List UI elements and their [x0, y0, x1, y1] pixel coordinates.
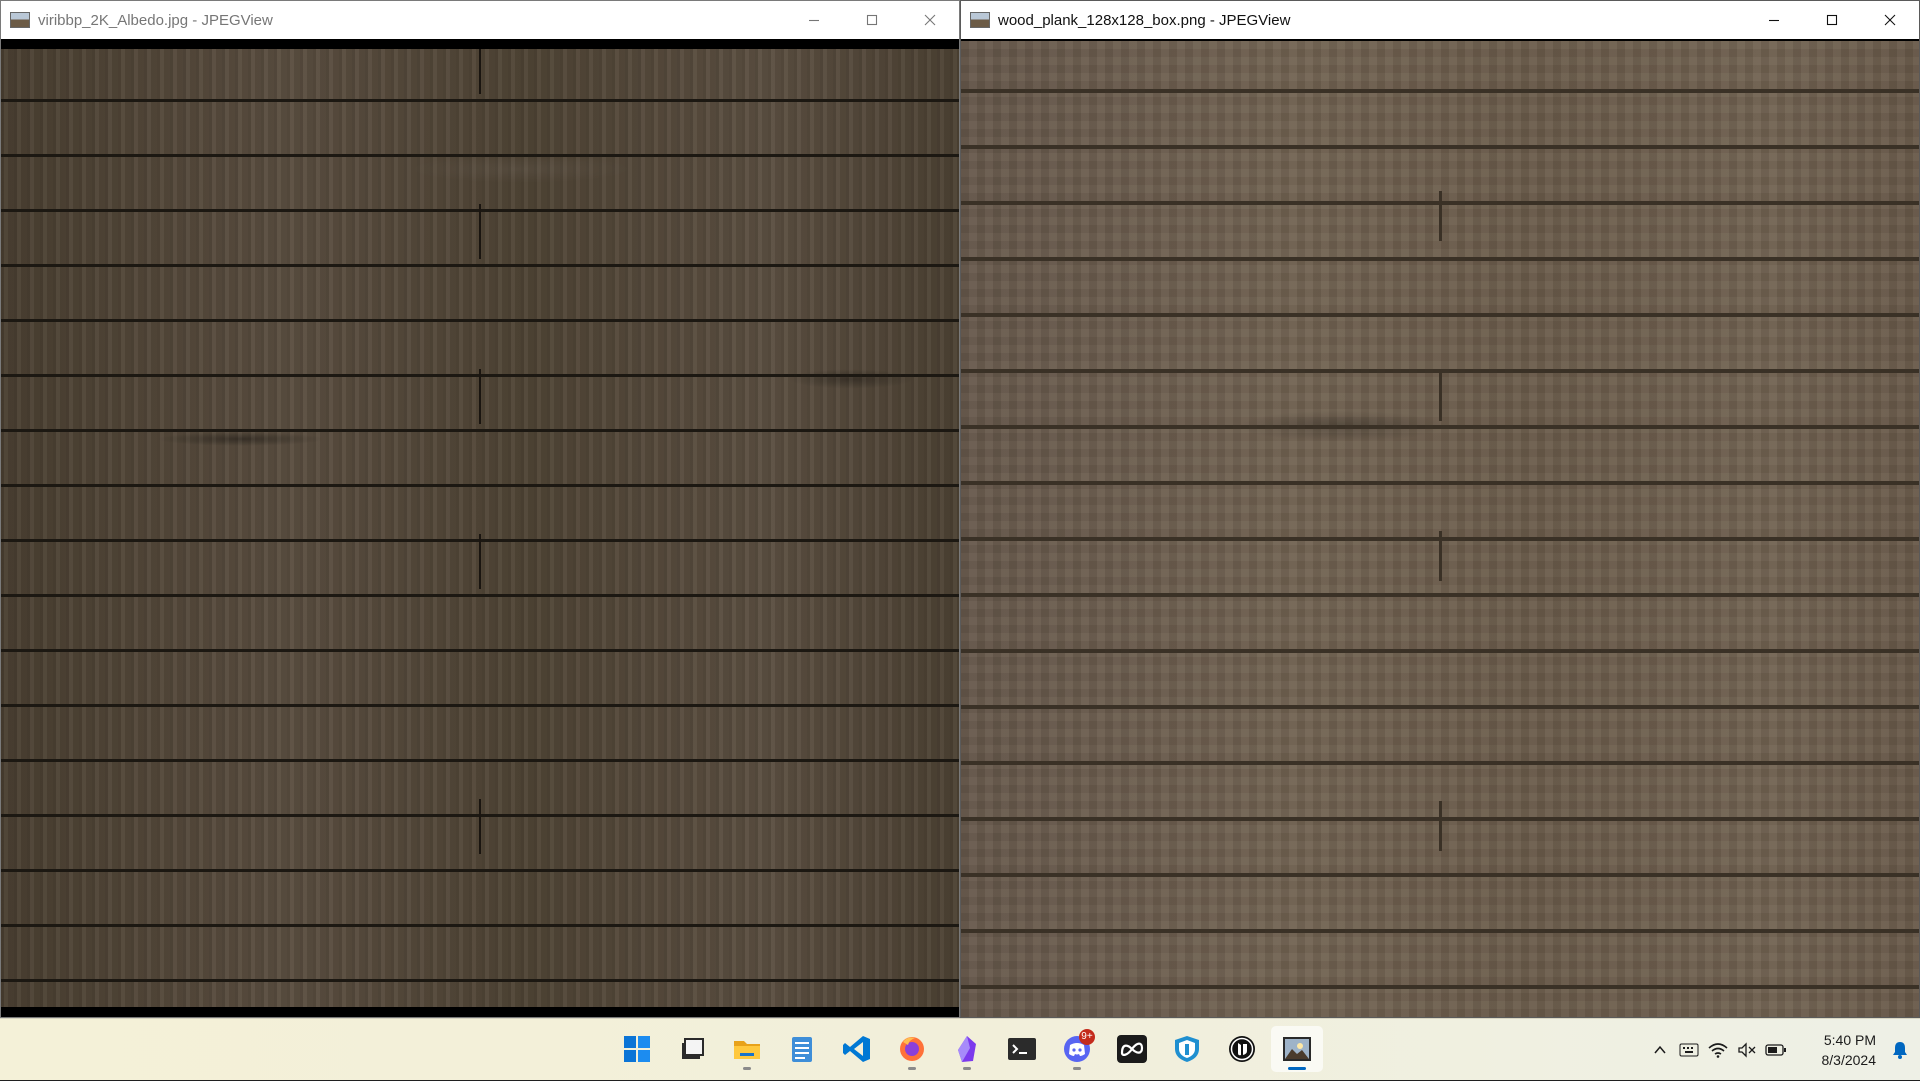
image-viewport[interactable]: [961, 39, 1919, 1017]
wifi-icon: [1707, 1043, 1728, 1058]
jpegview-window-right[interactable]: wood_plank_128x128_box.png - JPEGView: [960, 0, 1920, 1018]
minimize-button[interactable]: [785, 1, 843, 39]
battery-icon: [1764, 1044, 1786, 1056]
chevron-up-icon: [1653, 1045, 1666, 1054]
unreal-engine-button[interactable]: [1216, 1026, 1268, 1072]
clock-time: 5:40 PM: [1823, 1032, 1876, 1048]
notification-badge: 9+: [1079, 1029, 1095, 1045]
shield-app-icon: [1175, 1036, 1199, 1062]
notepad-icon: [792, 1037, 812, 1062]
obsidian-icon: [958, 1036, 976, 1062]
minimize-button[interactable]: [1745, 1, 1803, 39]
show-hidden-icons-button[interactable]: [1645, 1035, 1674, 1065]
maximize-icon: [1826, 14, 1838, 26]
image-viewport[interactable]: [1, 39, 959, 1017]
folder-icon: [734, 1041, 760, 1059]
vscode-icon: [843, 1036, 870, 1062]
taskbar: 9+ 5:40 PM 8/3/2024: [0, 1018, 1920, 1080]
window-title: viribbp_2K_Albedo.jpg - JPEGView: [38, 11, 273, 29]
notepad-button[interactable]: [776, 1026, 828, 1072]
bell-icon: [1893, 1042, 1907, 1059]
notifications-button[interactable]: [1880, 1035, 1920, 1065]
close-button[interactable]: [1861, 1, 1919, 39]
window-title: wood_plank_128x128_box.png - JPEGView: [998, 11, 1291, 29]
shield-app-button[interactable]: [1161, 1026, 1213, 1072]
jpegview-icon: [1283, 1037, 1311, 1061]
terminal-icon: [1008, 1038, 1036, 1060]
jpegview-icon: [10, 12, 30, 28]
maximize-button[interactable]: [843, 1, 901, 39]
minimize-icon: [1769, 19, 1779, 22]
file-explorer-button[interactable]: [721, 1026, 773, 1072]
vscode-button[interactable]: [831, 1026, 883, 1072]
maximize-icon: [866, 14, 878, 26]
jpegview-button[interactable]: [1271, 1026, 1323, 1072]
task-view-button[interactable]: [666, 1026, 718, 1072]
task-view-icon: [682, 1038, 704, 1059]
discord-button[interactable]: 9+: [1051, 1026, 1103, 1072]
close-icon: [924, 14, 936, 26]
system-tray: 5:40 PM 8/3/2024: [1645, 1019, 1920, 1081]
firefox-button[interactable]: [886, 1026, 938, 1072]
keyboard-button[interactable]: [1674, 1035, 1703, 1065]
meta-icon: [1117, 1035, 1147, 1063]
wood-texture-image: [1, 49, 959, 1007]
keyboard-icon: [1679, 1043, 1698, 1057]
meta-button[interactable]: [1106, 1026, 1158, 1072]
title-bar[interactable]: viribbp_2K_Albedo.jpg - JPEGView: [1, 1, 959, 39]
battery-button[interactable]: [1761, 1035, 1790, 1065]
start-button[interactable]: [611, 1026, 663, 1072]
terminal-button[interactable]: [996, 1026, 1048, 1072]
jpegview-window-left[interactable]: viribbp_2K_Albedo.jpg - JPEGView: [0, 0, 960, 1018]
speaker-muted-icon: [1737, 1042, 1755, 1058]
minimize-icon: [809, 19, 819, 22]
volume-button[interactable]: [1732, 1035, 1761, 1065]
windows-logo-icon: [624, 1036, 650, 1062]
title-bar[interactable]: wood_plank_128x128_box.png - JPEGView: [961, 1, 1919, 39]
wifi-button[interactable]: [1703, 1035, 1732, 1065]
wood-texture-image: [961, 41, 1919, 1017]
close-button[interactable]: [901, 1, 959, 39]
unreal-icon: [1229, 1036, 1255, 1062]
jpegview-icon: [970, 12, 990, 28]
close-icon: [1884, 14, 1896, 26]
clock[interactable]: 5:40 PM 8/3/2024: [1790, 1030, 1880, 1070]
firefox-icon: [900, 1037, 924, 1061]
clock-date: 8/3/2024: [1821, 1052, 1877, 1068]
obsidian-button[interactable]: [941, 1026, 993, 1072]
maximize-button[interactable]: [1803, 1, 1861, 39]
